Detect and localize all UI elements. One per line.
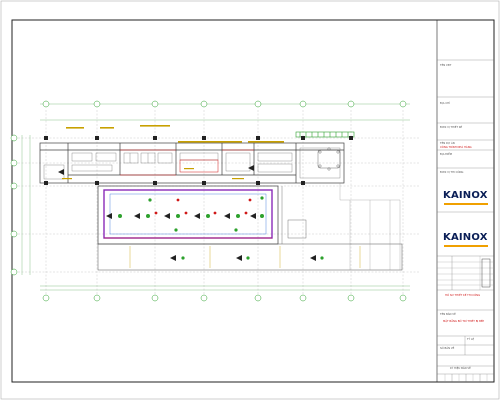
label-number: SỐ BẢN VẼ <box>440 347 455 350</box>
marker-dots-red <box>154 198 252 215</box>
cad-drawing-sheet <box>0 0 500 400</box>
stage-label: HỒ SƠ THIẾT KẾ THI CÔNG <box>445 294 481 297</box>
revision-table <box>437 256 494 290</box>
red-partitions <box>120 149 254 176</box>
label-design: ĐƠN VỊ THIẾT KẾ <box>440 126 463 129</box>
marker-dots-green <box>118 196 324 260</box>
label-contractor: ĐƠN VỊ THI CÔNG <box>440 171 464 174</box>
axis-grid-lines <box>18 110 420 295</box>
title-block-rows <box>437 59 494 382</box>
yellow-markers <box>129 246 361 268</box>
structural-columns <box>44 136 353 185</box>
terrace-area <box>339 183 401 270</box>
label-owner: TÊN CĐT <box>440 64 452 67</box>
label-location: ĐỊA ĐIỂM <box>440 153 453 156</box>
kitchen-equipment <box>43 147 341 180</box>
brand-logo-1: KAINOX <box>443 190 488 201</box>
brand-logo-2-text: KAINOX <box>443 232 488 243</box>
drawing-name: MẶT BẰNG BỐ TRÍ THIẾT BỊ BẾP <box>443 320 485 323</box>
label-address: ĐỊA CHỈ <box>440 102 450 105</box>
label-project: TÊN DỰ ÁN <box>440 142 455 145</box>
label-scale: TỶ LỆ <box>467 338 475 341</box>
dining-table <box>317 147 341 171</box>
brand-logo-1-underline <box>444 203 488 205</box>
project-name: CÔNG TRÌNH NHÀ HÀNG <box>440 146 472 149</box>
brand-logo-2-underline <box>444 245 488 247</box>
sheet-inner-border <box>11 19 495 383</box>
brand-logo-2: KAINOX <box>443 232 488 243</box>
axis-bubbles-bottom <box>42 294 407 302</box>
label-drawing: TÊN BẢN VẼ <box>440 313 456 316</box>
footer-label: KÝ HIỆU BẢN VẼ <box>450 367 471 370</box>
brand-logo-1-text: KAINOX <box>443 190 488 201</box>
